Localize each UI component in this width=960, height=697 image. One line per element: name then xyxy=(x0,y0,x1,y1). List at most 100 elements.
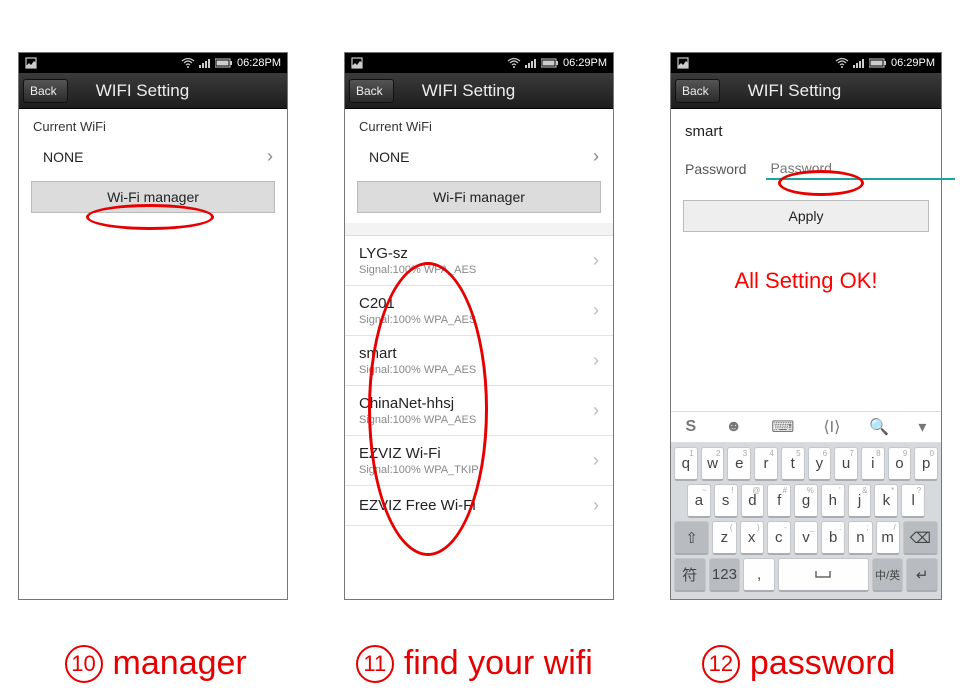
step-text: password xyxy=(750,644,896,683)
cursor-move-icon[interactable]: ⟨I⟩ xyxy=(823,417,840,437)
key-t[interactable]: t5 xyxy=(781,447,805,481)
nav-bar: Back WIFI Setting xyxy=(671,73,941,109)
phone-panel-3: 06:29PM Back WIFI Setting smart Password… xyxy=(670,52,942,600)
back-button[interactable]: Back xyxy=(675,79,720,103)
numbers-key[interactable]: 123 xyxy=(709,558,741,592)
screenshot-icon xyxy=(351,57,363,69)
key-o[interactable]: o9 xyxy=(888,447,912,481)
collapse-icon[interactable]: ▾ xyxy=(918,417,926,437)
battery-icon xyxy=(541,58,559,68)
current-wifi-row[interactable]: NONE › xyxy=(19,136,287,177)
key-g[interactable]: g% xyxy=(794,484,818,518)
all-setting-ok-banner: All Setting OK! xyxy=(671,242,941,320)
step-number-icon: 12 xyxy=(702,645,740,683)
chevron-right-icon: › xyxy=(593,400,599,421)
status-bar: 06:29PM xyxy=(671,53,941,73)
current-wifi-label: Current WiFi xyxy=(19,109,287,136)
wifi-icon xyxy=(835,58,849,68)
key-c[interactable]: c- xyxy=(767,521,791,555)
wifi-network-item[interactable]: LYG-szSignal:100% WPA_AES› xyxy=(345,236,613,286)
keyboard-layout-icon[interactable]: ⌨ xyxy=(771,417,794,437)
page-title: WIFI Setting xyxy=(68,81,287,101)
wifi-network-item[interactable]: ChinaNet-hhsjSignal:100% WPA_AES› xyxy=(345,386,613,436)
key-j[interactable]: j& xyxy=(848,484,872,518)
enter-key[interactable]: ↵ xyxy=(906,558,938,592)
step-text: manager xyxy=(113,644,247,683)
key-h[interactable]: h' xyxy=(821,484,845,518)
password-label: Password xyxy=(685,161,746,177)
nav-bar: Back WIFI Setting xyxy=(345,73,613,109)
signal-icon xyxy=(853,58,865,68)
password-input[interactable] xyxy=(766,158,955,180)
status-bar: 06:28PM xyxy=(19,53,287,73)
step-caption-12: 12 password xyxy=(702,644,896,683)
language-key[interactable]: 中/英 xyxy=(872,558,904,592)
battery-icon xyxy=(215,58,233,68)
wifi-network-item[interactable]: EZVIZ Free Wi-Fi› xyxy=(345,486,613,526)
key-i[interactable]: i8 xyxy=(861,447,885,481)
key-b[interactable]: b: xyxy=(821,521,845,555)
back-button[interactable]: Back xyxy=(23,79,68,103)
key-d[interactable]: d@ xyxy=(741,484,765,518)
wifi-network-item[interactable]: smartSignal:100% WPA_AES› xyxy=(345,336,613,386)
wifi-manager-button[interactable]: Wi-Fi manager xyxy=(357,181,601,213)
chevron-right-icon: › xyxy=(593,300,599,321)
key-n[interactable]: n; xyxy=(848,521,872,555)
key-u[interactable]: u7 xyxy=(834,447,858,481)
signal-icon xyxy=(525,58,537,68)
key-w[interactable]: w2 xyxy=(701,447,725,481)
current-wifi-row[interactable]: NONE › xyxy=(345,136,613,177)
nav-bar: Back WIFI Setting xyxy=(19,73,287,109)
key-s[interactable]: s! xyxy=(714,484,738,518)
key-p[interactable]: p0 xyxy=(914,447,938,481)
search-icon[interactable]: 🔍 xyxy=(869,417,889,437)
wifi-manager-button[interactable]: Wi-Fi manager xyxy=(31,181,275,213)
clock: 06:29PM xyxy=(891,57,935,69)
key-e[interactable]: e3 xyxy=(727,447,751,481)
key-f[interactable]: f# xyxy=(767,484,791,518)
backspace-key[interactable]: ⌫ xyxy=(903,521,938,555)
back-button[interactable]: Back xyxy=(349,79,394,103)
step-text: find your wifi xyxy=(404,644,593,683)
battery-icon xyxy=(869,58,887,68)
wifi-network-list: LYG-szSignal:100% WPA_AES› C201Signal:10… xyxy=(345,235,613,526)
chevron-right-icon: › xyxy=(593,350,599,371)
phone-panel-1: 06:28PM Back WIFI Setting Current WiFi N… xyxy=(18,52,288,600)
phone-panel-2: 06:29PM Back WIFI Setting Current WiFi N… xyxy=(344,52,614,600)
key-l[interactable]: l? xyxy=(901,484,925,518)
clock: 06:28PM xyxy=(237,57,281,69)
key-y[interactable]: y6 xyxy=(808,447,832,481)
emoji-icon[interactable]: ☻ xyxy=(725,418,742,436)
status-bar: 06:29PM xyxy=(345,53,613,73)
chevron-right-icon: › xyxy=(593,495,599,516)
wifi-icon xyxy=(507,58,521,68)
key-a[interactable]: a~ xyxy=(687,484,711,518)
chevron-right-icon: › xyxy=(593,450,599,471)
key-r[interactable]: r4 xyxy=(754,447,778,481)
screenshot-icon xyxy=(677,57,689,69)
selected-ssid: smart xyxy=(671,109,941,150)
wifi-network-item[interactable]: C201Signal:100% WPA_AES› xyxy=(345,286,613,336)
step-caption-10: 10 manager xyxy=(65,644,247,683)
comma-key[interactable]: , xyxy=(743,558,775,592)
soft-keyboard: q1w2e3r4t5y6u7i8o9p0 a~s!d@f#g%h'j&k*l? … xyxy=(671,443,941,599)
key-z[interactable]: z( xyxy=(712,521,736,555)
key-q[interactable]: q1 xyxy=(674,447,698,481)
wifi-icon xyxy=(181,58,195,68)
shift-key[interactable]: ⇧ xyxy=(674,521,709,555)
space-key[interactable] xyxy=(778,558,869,592)
chevron-right-icon: › xyxy=(593,250,599,271)
key-x[interactable]: x) xyxy=(740,521,764,555)
step-number-icon: 11 xyxy=(356,645,394,683)
key-v[interactable]: v_ xyxy=(794,521,818,555)
chevron-right-icon: › xyxy=(593,146,599,167)
wifi-network-item[interactable]: EZVIZ Wi-FiSignal:100% WPA_TKIP› xyxy=(345,436,613,486)
key-k[interactable]: k* xyxy=(874,484,898,518)
clock: 06:29PM xyxy=(563,57,607,69)
screenshot-icon xyxy=(25,57,37,69)
current-wifi-value: NONE xyxy=(359,149,409,165)
apply-button[interactable]: Apply xyxy=(683,200,929,232)
symbols-key[interactable]: 符 xyxy=(674,558,706,592)
key-m[interactable]: m/ xyxy=(876,521,900,555)
ime-logo-icon[interactable]: S xyxy=(686,418,697,436)
